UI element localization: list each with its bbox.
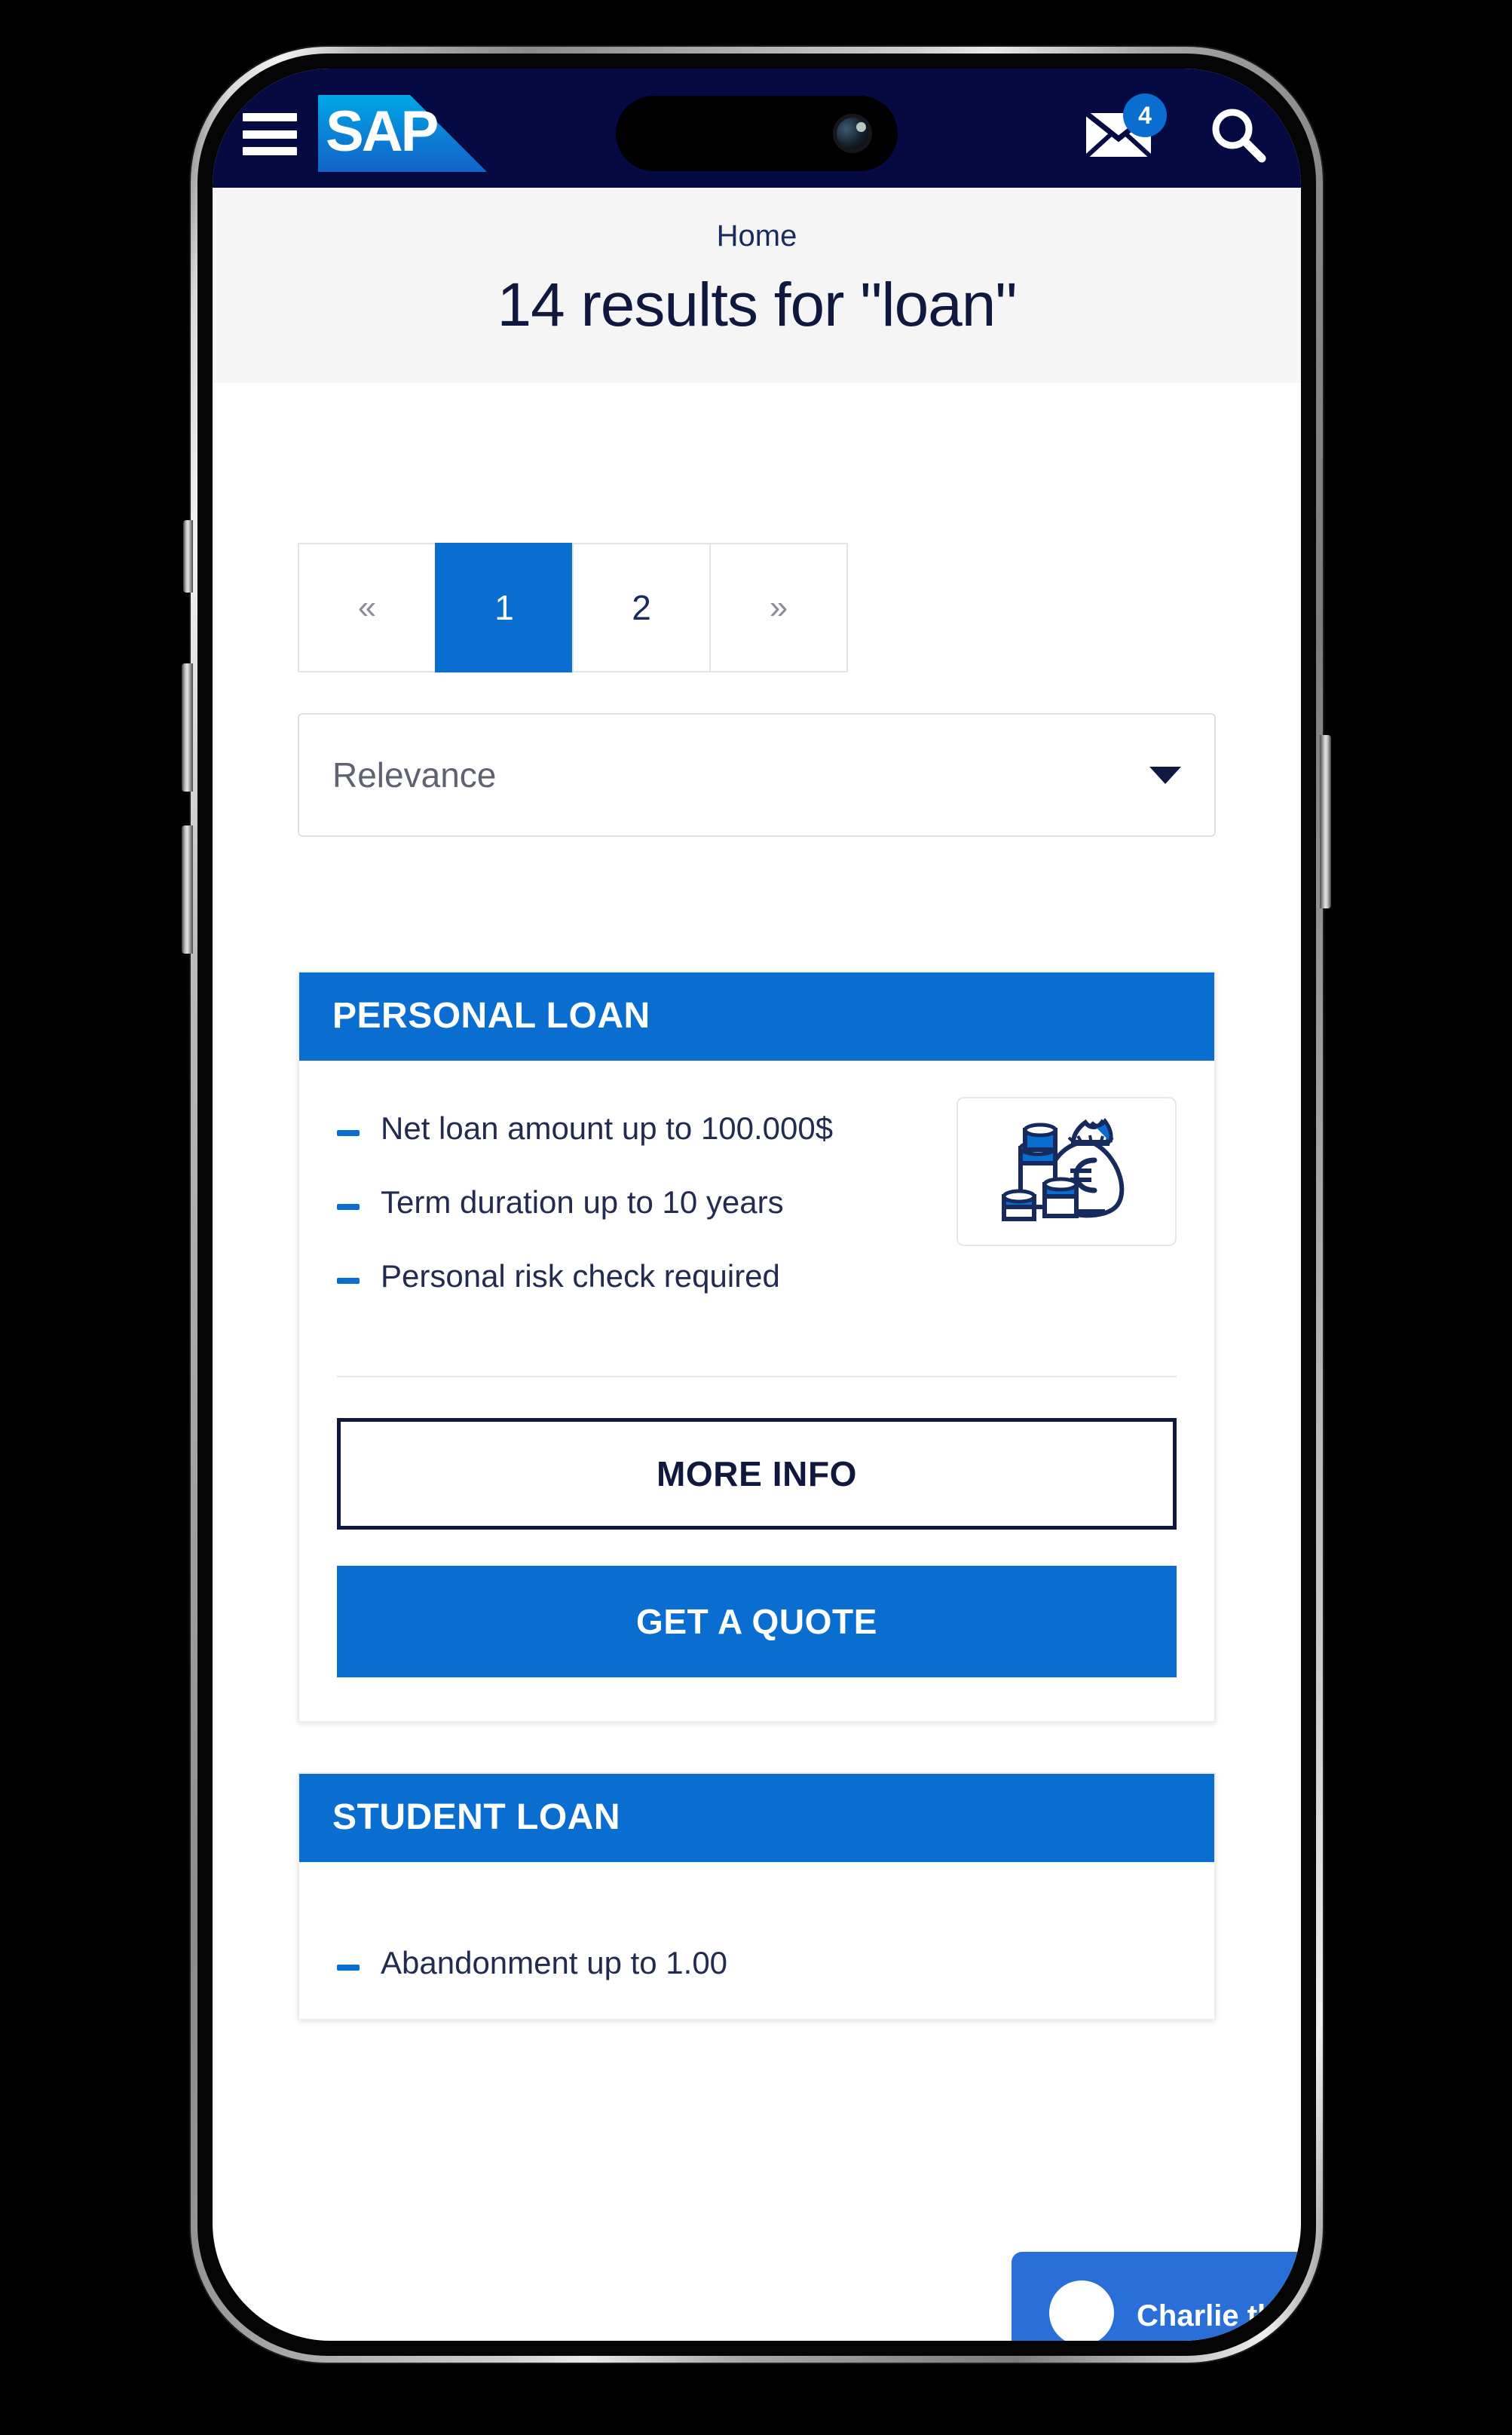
chevron-down-icon <box>1149 766 1181 784</box>
search-icon[interactable] <box>1209 106 1266 163</box>
sap-logo[interactable]: SAP <box>318 95 487 172</box>
bullet-text: Abandonment up to 1.00 <box>381 1945 728 1980</box>
screenshot-stage: SAP 4 Home 14 results for "loan" « 1 2 »… <box>0 0 1512 2435</box>
list-item: Personal risk check required <box>337 1258 938 1294</box>
pagination-prev-button[interactable]: « <box>298 543 436 672</box>
pagination-page-1[interactable]: 1 <box>435 543 574 672</box>
list-item: Abandonment up to 1.00 <box>337 1945 1177 1981</box>
search-glyph <box>1212 109 1266 163</box>
list-item: Term duration up to 10 years <box>337 1184 938 1221</box>
dash-bullet-icon <box>337 1130 360 1136</box>
volume-down-button[interactable] <box>182 825 193 954</box>
silent-switch-button[interactable] <box>183 520 193 593</box>
hamburger-bar-2 <box>243 130 297 139</box>
chatbot-label: Charlie the Chatbot <box>1137 2299 1301 2332</box>
result-card-title: STUDENT LOAN <box>299 1774 1214 1862</box>
result-card-student-loan: STUDENT LOAN Abandonment up to 1.00 <box>298 1772 1216 2020</box>
chatbot-widget[interactable]: Charlie the Chatbot <box>1012 2252 1301 2341</box>
breadcrumb[interactable]: Home <box>213 219 1301 253</box>
result-card-bullets: Net loan amount up to 100.000$ Term dura… <box>337 1097 938 1332</box>
power-button[interactable] <box>1320 735 1331 908</box>
title-block: Home 14 results for "loan" <box>213 188 1301 383</box>
card-actions: MORE INFO GET A QUOTE <box>299 1377 1214 1721</box>
dynamic-island <box>616 96 898 171</box>
dash-bullet-icon <box>337 1965 360 1971</box>
chatbot-avatar-icon <box>1049 2280 1114 2341</box>
sap-logo-text: SAP <box>326 100 439 164</box>
pagination-next-button[interactable]: » <box>709 543 848 672</box>
get-a-quote-button[interactable]: GET A QUOTE <box>337 1566 1177 1677</box>
sort-select-value: Relevance <box>332 755 497 795</box>
list-item: Net loan amount up to 100.000$ <box>337 1110 938 1147</box>
hamburger-menu-icon[interactable] <box>243 113 297 155</box>
page-title: 14 results for "loan" <box>497 271 1017 339</box>
content-spacer-top <box>213 383 1301 543</box>
bullet-text: Personal risk check required <box>381 1258 780 1294</box>
mail-icon[interactable]: 4 <box>1084 93 1167 161</box>
pagination-spacer <box>213 672 1301 713</box>
mail-badge-count: 4 <box>1123 93 1167 137</box>
more-info-button[interactable]: MORE INFO <box>337 1418 1177 1530</box>
money-bag-euro-icon <box>956 1097 1177 1246</box>
result-card-bullets: Abandonment up to 1.00 <box>337 1898 1177 2019</box>
select-spacer <box>213 837 1301 971</box>
header-icon-group: 4 <box>1084 93 1266 163</box>
sort-select[interactable]: Relevance <box>298 713 1216 837</box>
dash-bullet-icon <box>337 1204 360 1210</box>
pagination-page-2[interactable]: 2 <box>572 543 711 672</box>
front-camera-icon <box>833 114 872 153</box>
result-card-body: Abandonment up to 1.00 <box>299 1862 1214 2019</box>
bullet-text: Term duration up to 10 years <box>381 1184 784 1220</box>
dash-bullet-icon <box>337 1278 360 1284</box>
result-card-personal-loan: PERSONAL LOAN Net loan amount up to 100.… <box>298 971 1216 1723</box>
result-card-body: Net loan amount up to 100.000$ Term dura… <box>299 1061 1214 1332</box>
bullet-text: Net loan amount up to 100.000$ <box>381 1110 834 1146</box>
hamburger-bar-3 <box>243 147 297 155</box>
result-card-title: PERSONAL LOAN <box>299 972 1214 1061</box>
page-content: Home 14 results for "loan" « 1 2 » Relev… <box>213 188 1301 2020</box>
hamburger-bar-1 <box>243 113 297 121</box>
money-bag-glyph <box>1002 1117 1125 1221</box>
pagination: « 1 2 » <box>298 543 848 672</box>
phone-screen: SAP 4 Home 14 results for "loan" « 1 2 »… <box>213 69 1301 2341</box>
volume-up-button[interactable] <box>182 663 193 792</box>
